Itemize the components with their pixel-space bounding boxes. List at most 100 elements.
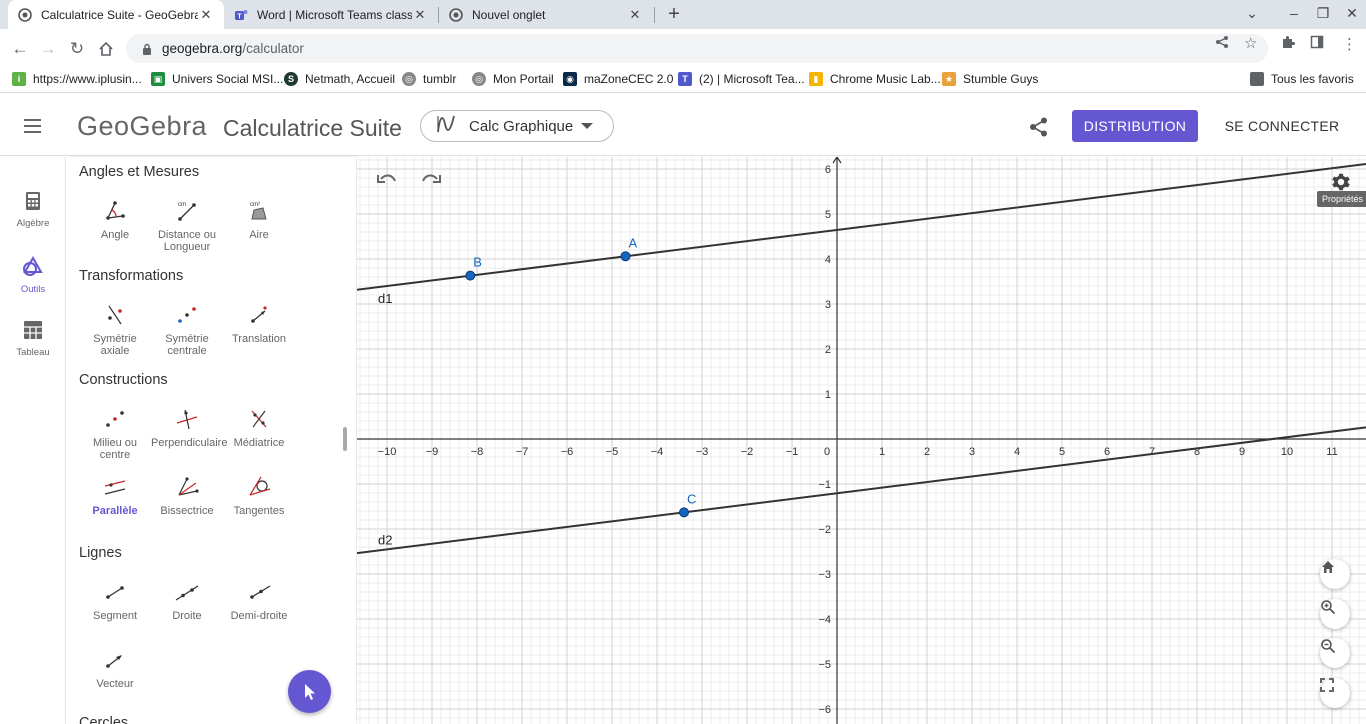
main-menu-icon[interactable] — [24, 119, 41, 137]
bookmark-item[interactable]: ◎ Mon Portail — [472, 72, 554, 86]
teams-icon: T — [678, 72, 692, 86]
graphics-view[interactable]: −10 −9 −8 −7 −6 −5 −4 −3 −2 −1 0 1 2 3 4 5 6 7 8 9 10 11 6 5 4 3 2… — [357, 157, 1366, 724]
tool-vector[interactable]: Vecteur — [79, 648, 151, 690]
bookmark-item[interactable]: T (2) | Microsoft Tea... — [678, 72, 805, 86]
tool-line[interactable]: Droite — [151, 580, 223, 622]
bookmark-item[interactable]: ▮ Chrome Music Lab... — [809, 72, 941, 86]
perpendicular-bisector-icon — [247, 407, 271, 431]
geogebra-logo[interactable]: GeoGebra — [77, 111, 207, 142]
tool-distance[interactable]: cm Distance ou Longueur — [151, 199, 223, 253]
y-tick-label: −5 — [818, 659, 831, 671]
x-tick-label: −2 — [741, 446, 754, 458]
point-a[interactable] — [620, 251, 631, 262]
tool-perpendicular[interactable]: Perpendiculaire — [151, 407, 227, 449]
new-tab-button[interactable]: + — [664, 4, 684, 24]
login-button[interactable]: SE CONNECTER — [1216, 110, 1348, 142]
settings-tooltip: Propriétés — [1317, 191, 1366, 207]
rail-tools[interactable]: Outils — [0, 255, 66, 295]
menu-dots-icon[interactable]: ⋮ — [1342, 35, 1357, 53]
restore-icon[interactable]: ❐ — [1313, 5, 1333, 22]
tool-ray[interactable]: Demi-droite — [223, 580, 295, 622]
x-tick-label: −7 — [516, 446, 529, 458]
zoom-in-button[interactable] — [1320, 599, 1350, 629]
close-window-icon[interactable]: ✕ — [1342, 5, 1362, 22]
tool-reflect-line[interactable]: Symétrie axiale — [79, 303, 151, 357]
home-icon — [1322, 561, 1334, 573]
tool-reflect-point[interactable]: Symétrie centrale — [151, 303, 223, 357]
tools-icon — [0, 255, 66, 280]
undo-icon[interactable] — [375, 171, 401, 191]
tool-parallel[interactable]: Parallèle — [79, 475, 151, 517]
bookmark-item[interactable]: ★ Stumble Guys — [942, 72, 1038, 86]
perpendicular-icon — [175, 407, 199, 431]
side-panel-icon[interactable] — [1310, 35, 1324, 53]
tangents-icon — [247, 475, 271, 499]
reload-icon[interactable]: ↻ — [66, 38, 88, 60]
home-icon[interactable] — [95, 38, 117, 60]
point-c[interactable] — [679, 507, 689, 518]
bookmark-favicon-icon: ◉ — [563, 72, 577, 86]
tool-midpoint[interactable]: Milieu ou centre — [79, 407, 151, 461]
vector-icon — [103, 648, 127, 672]
category-title: Angles et Mesures — [79, 164, 200, 180]
forward-icon[interactable]: → — [37, 38, 59, 60]
rail-table[interactable]: Tableau — [0, 320, 66, 358]
share-page-icon[interactable] — [1215, 35, 1229, 53]
x-tick-label: −6 — [561, 446, 574, 458]
graphing-icon — [435, 113, 457, 139]
tool-tangents[interactable]: Tangentes — [223, 475, 295, 517]
bookmark-item[interactable]: i https://www.iplusin... — [12, 72, 142, 86]
browser-tabstrip: Calculatrice Suite - GeoGebra ✕ T Word |… — [0, 0, 1366, 29]
fullscreen-button[interactable] — [1320, 678, 1350, 708]
rail-label: Outils — [20, 284, 46, 295]
tab-search-icon[interactable]: ⌄ — [1242, 5, 1262, 22]
bookmark-item[interactable]: S Netmath, Accueil — [284, 72, 395, 86]
y-tick-label: 3 — [825, 299, 831, 311]
category-title: Transformations — [79, 268, 184, 284]
tab-geogebra[interactable]: Calculatrice Suite - GeoGebra ✕ — [8, 0, 224, 29]
coordinate-plane[interactable]: −10 −9 −8 −7 −6 −5 −4 −3 −2 −1 0 1 2 3 4 5 6 7 8 9 10 1165432… — [357, 157, 1366, 724]
line-label: d2 — [378, 532, 392, 547]
app-switcher-label: Calc Graphique — [469, 117, 574, 135]
panel-resize-handle[interactable] — [343, 427, 347, 451]
tool-angle[interactable]: Angle — [79, 199, 151, 241]
x-tick-label: 2 — [924, 446, 930, 458]
x-tick-label: −4 — [651, 446, 664, 458]
distribution-button[interactable]: DISTRIBUTION — [1072, 110, 1198, 142]
x-tick-label: 11 — [1326, 446, 1337, 458]
tab-new-tab[interactable]: Nouvel onglet ✕ — [439, 0, 653, 29]
minimize-icon[interactable]: – — [1284, 5, 1304, 21]
area-icon: cm² — [247, 199, 271, 223]
extensions-icon[interactable] — [1281, 35, 1295, 53]
tool-area[interactable]: cm² Aire — [223, 199, 295, 241]
app-switcher[interactable]: Calc Graphique — [420, 110, 614, 142]
tool-translation[interactable]: Translation — [223, 303, 295, 345]
tool-segment[interactable]: Segment — [79, 580, 151, 622]
tool-angle-bisector[interactable]: Bissectrice — [151, 475, 223, 517]
address-bar[interactable]: geogebra.org/calculator — [126, 34, 1268, 63]
tab-close-icon[interactable]: ✕ — [412, 7, 428, 23]
rail-algebra[interactable]: Algèbre — [0, 191, 66, 229]
chevron-down-icon — [581, 123, 593, 129]
point-b[interactable] — [465, 270, 476, 281]
home-view-button[interactable] — [1320, 559, 1350, 589]
tool-perp-bisector[interactable]: Médiatrice — [223, 407, 295, 449]
bookmark-item[interactable]: ◉ maZoneCEC 2.0 — [563, 72, 673, 86]
globe-icon: ◎ — [472, 72, 486, 86]
bookmark-star-icon[interactable]: ☆ — [1244, 34, 1257, 52]
redo-icon[interactable] — [419, 171, 445, 191]
tab-close-icon[interactable]: ✕ — [627, 7, 643, 23]
move-tool-button[interactable] — [288, 670, 331, 713]
tab-close-icon[interactable]: ✕ — [198, 7, 214, 23]
all-bookmarks[interactable]: Tous les favoris — [1250, 72, 1354, 86]
share-icon[interactable] — [1028, 116, 1050, 143]
lock-icon[interactable] — [132, 43, 162, 55]
view-rail: Algèbre Outils Tableau — [0, 157, 66, 724]
bookmarks-bar: i https://www.iplusin... ▣ Univers Social … — [0, 68, 1366, 93]
bookmark-item[interactable]: ◎ tumblr — [402, 72, 456, 86]
bookmark-item[interactable]: ▣ Univers Social MSI... — [151, 72, 283, 86]
back-icon[interactable]: ← — [9, 38, 31, 60]
y-tick-label: 4 — [825, 254, 831, 266]
tab-teams[interactable]: T Word | Microsoft Teams classic ✕ — [224, 0, 438, 29]
zoom-out-button[interactable] — [1320, 638, 1350, 668]
